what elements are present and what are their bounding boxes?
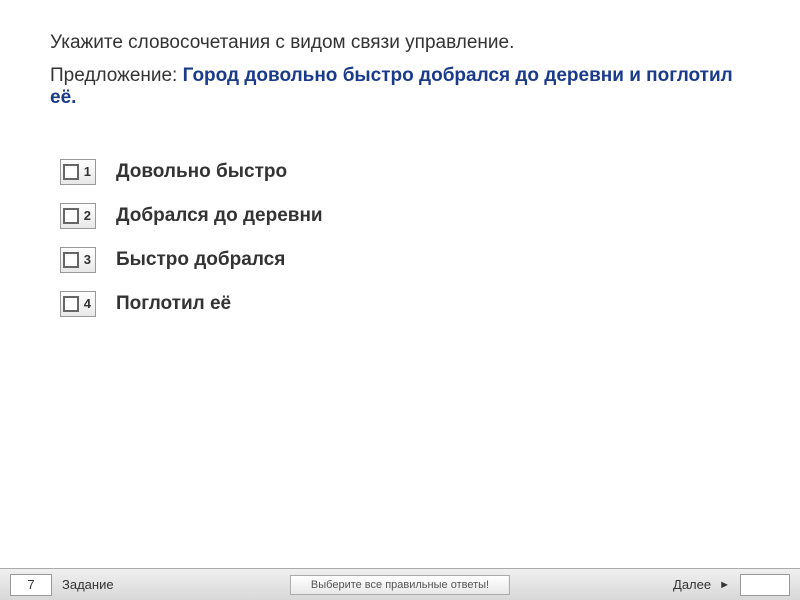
option-checkbox-4[interactable]: 4: [60, 291, 96, 317]
checkbox-icon: [63, 252, 79, 268]
checkbox-icon: [63, 208, 79, 224]
option-row: 4 Поглотил её: [50, 291, 750, 317]
arrow-right-icon: ►: [719, 579, 730, 591]
question-instruction: Укажите словосочетания с видом связи упр…: [50, 30, 750, 57]
option-row: 1 Довольно быстро: [50, 159, 750, 185]
option-number: 2: [84, 208, 91, 223]
footer-bar: 7 Задание Выберите все правильные ответы…: [0, 568, 800, 600]
task-number-box: 7: [10, 574, 52, 596]
next-button-group[interactable]: Далее ►: [673, 574, 790, 596]
option-checkbox-2[interactable]: 2: [60, 203, 96, 229]
option-number: 1: [84, 164, 91, 179]
option-number: 4: [84, 296, 91, 311]
question-sentence-line: Предложение: Город довольно быстро добра…: [50, 65, 750, 109]
option-number: 3: [84, 252, 91, 267]
option-row: 3 Быстро добрался: [50, 247, 750, 273]
checkbox-icon: [63, 296, 79, 312]
option-text: Поглотил её: [116, 293, 231, 315]
options-list: 1 Довольно быстро 2 Добрался до деревни …: [50, 159, 750, 317]
task-label: Задание: [62, 577, 114, 592]
content-area: Укажите словосочетания с видом связи упр…: [0, 0, 800, 317]
checkbox-icon: [63, 164, 79, 180]
option-text: Добрался до деревни: [116, 205, 323, 227]
sentence-label: Предложение:: [50, 65, 183, 86]
option-checkbox-1[interactable]: 1: [60, 159, 96, 185]
option-text: Быстро добрался: [116, 249, 285, 271]
option-checkbox-3[interactable]: 3: [60, 247, 96, 273]
option-text: Довольно быстро: [116, 161, 287, 183]
next-input-box: [740, 574, 790, 596]
next-label: Далее: [673, 577, 711, 592]
footer-instruction: Выберите все правильные ответы!: [290, 575, 510, 595]
option-row: 2 Добрался до деревни: [50, 203, 750, 229]
